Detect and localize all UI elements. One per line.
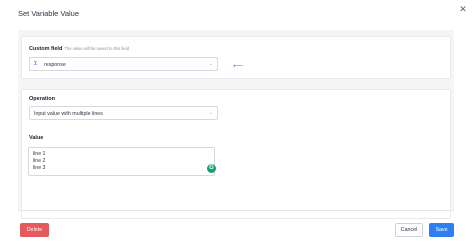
value-textarea[interactable]: line 1 line 2 line 3 G ⋰ [28, 147, 222, 176]
sigma-icon: Σ [34, 61, 38, 67]
custom-field-card: Custom field The value will be saved to t… [21, 36, 451, 79]
value-line: line 2 [33, 158, 46, 164]
value-line: line 3 [33, 165, 46, 171]
delete-button[interactable]: Delete [20, 223, 49, 237]
value-label: Value [29, 135, 44, 141]
custom-field-label: Custom field The value will be saved to t… [29, 46, 129, 52]
chevron-down-icon: ⌄ [208, 110, 213, 116]
footer-divider [18, 210, 454, 213]
save-button[interactable]: Save [429, 223, 454, 237]
cancel-button[interactable]: Cancel [395, 223, 423, 237]
dialog-title: Set Variable Value [18, 9, 80, 18]
close-icon[interactable]: ✕ [458, 4, 468, 14]
resize-handle-icon[interactable]: ⋰ [218, 161, 222, 166]
value-line: line 1 [33, 151, 46, 157]
custom-field-value: response [44, 61, 66, 68]
custom-field-label-text: Custom field [29, 46, 63, 52]
operation-value: Input value with multiple lines [34, 110, 103, 117]
operation-label: Operation [29, 96, 55, 102]
operation-select[interactable]: Input value with multiple lines ⌄ [29, 106, 218, 120]
arrow-left-icon[interactable]: ⟵ [233, 63, 243, 70]
custom-field-select[interactable]: Σ response ⌄ [29, 57, 218, 71]
dialog-header: Set Variable Value ✕ [0, 0, 474, 30]
custom-field-hint: The value will be saved to this field [64, 46, 130, 51]
chevron-down-icon: ⌄ [208, 61, 213, 67]
grammar-assistant-icon[interactable]: G [207, 164, 216, 173]
dialog-body: Custom field The value will be saved to t… [18, 30, 454, 219]
